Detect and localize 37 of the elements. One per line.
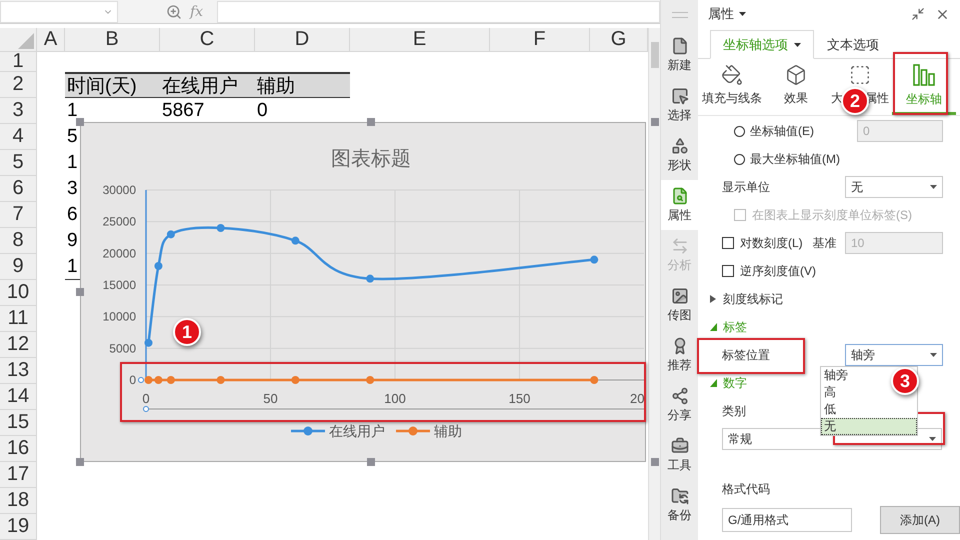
- x-axis-label: 100: [384, 391, 406, 406]
- field-label: 显示单位: [722, 178, 770, 196]
- y-axis-label: 25000: [102, 214, 136, 229]
- x-axis-label: 150: [508, 391, 530, 406]
- y-axis-label: 0: [129, 373, 136, 387]
- checkbox-label: 逆序刻度值(V): [740, 262, 816, 280]
- table-cell: 6: [67, 204, 78, 226]
- field-label: 标签位置: [722, 346, 770, 364]
- y-axis-label: 30000: [102, 183, 136, 197]
- x-axis-label: 0: [142, 391, 150, 406]
- table-header-cell-text: 时间(天): [67, 74, 137, 98]
- checkbox-label: 在图表上显示刻度单位标签(S): [752, 206, 912, 224]
- legend-label: 在线用户: [329, 423, 385, 439]
- radio-label: 最大坐标轴值(M): [750, 150, 840, 168]
- table-cell: 5: [67, 126, 78, 148]
- table-header-cell-text: 辅助: [257, 74, 295, 98]
- table-cell: 9: [67, 230, 78, 252]
- table-cell: 1: [67, 256, 78, 278]
- table-cell: 5867: [162, 100, 204, 122]
- field-label: 基准: [812, 234, 837, 252]
- y-axis-label: 10000: [102, 310, 136, 324]
- x-axis-label: 20: [630, 391, 644, 406]
- legend-label: 辅助: [434, 423, 462, 439]
- table-cell: 1: [67, 100, 78, 122]
- x-axis-label: 50: [263, 391, 278, 406]
- table-cell: 0: [257, 100, 268, 122]
- table-header-cell-text: 在线用户: [162, 74, 238, 98]
- chart-title: 图表标题: [331, 148, 411, 170]
- y-axis-label: 20000: [102, 246, 136, 260]
- field-label: 格式代码: [722, 480, 770, 498]
- checkbox-label: 对数刻度(L): [740, 234, 803, 252]
- y-axis-label: 5000: [109, 341, 136, 356]
- radio-label: 坐标轴值(E): [750, 122, 814, 140]
- table-cell: 3: [67, 178, 78, 200]
- field-label: 类别: [722, 402, 746, 420]
- y-axis-label: 15000: [102, 278, 136, 292]
- table-cell: 1: [67, 152, 78, 174]
